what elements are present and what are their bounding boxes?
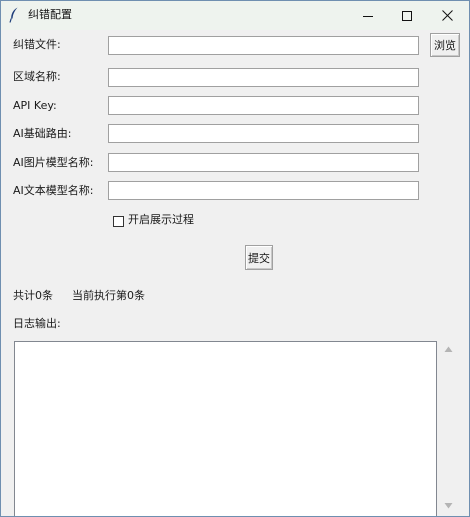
- show-process-label[interactable]: 开启展示过程: [128, 213, 194, 227]
- maximize-icon: [402, 10, 412, 21]
- close-button[interactable]: [427, 1, 467, 30]
- api-key-label: API Key:: [13, 99, 57, 112]
- feather-icon: [9, 7, 18, 23]
- show-process-checkbox[interactable]: [113, 216, 124, 227]
- ai-base-url-label: AI基础路由:: [13, 127, 72, 140]
- submit-button[interactable]: 提交: [245, 245, 273, 270]
- app-window: 纠错配置 纠错文件: 浏览 区域名称: API Key: AI基础路由: AI图…: [0, 0, 470, 517]
- log-output-textarea[interactable]: [14, 341, 437, 516]
- log-output-label: 日志输出:: [13, 317, 61, 330]
- window-title: 纠错配置: [28, 8, 72, 21]
- minimize-button[interactable]: [348, 1, 388, 30]
- title-bar[interactable]: 纠错配置: [1, 1, 469, 30]
- minimize-icon: [363, 15, 373, 17]
- total-count-text: 共计0条: [13, 289, 53, 302]
- api-key-input[interactable]: [108, 96, 419, 115]
- close-icon: [441, 10, 453, 21]
- ai-text-model-input[interactable]: [108, 181, 419, 200]
- current-index-text: 当前执行第0条: [72, 289, 145, 302]
- ai-text-model-label: AI文本模型名称:: [13, 184, 94, 197]
- ai-image-model-label: AI图片模型名称:: [13, 156, 94, 169]
- ai-base-url-input[interactable]: [108, 124, 419, 143]
- ai-image-model-input[interactable]: [108, 153, 419, 172]
- browse-button[interactable]: 浏览: [430, 33, 460, 57]
- region-name-input[interactable]: [108, 68, 419, 87]
- maximize-button[interactable]: [387, 1, 427, 30]
- correction-file-label: 纠错文件:: [13, 38, 61, 51]
- triangle-down-icon[interactable]: [444, 501, 453, 510]
- region-name-label: 区域名称:: [13, 70, 61, 83]
- triangle-up-icon[interactable]: [444, 345, 453, 354]
- log-scrollbar[interactable]: [440, 341, 457, 516]
- correction-file-input[interactable]: [108, 36, 419, 55]
